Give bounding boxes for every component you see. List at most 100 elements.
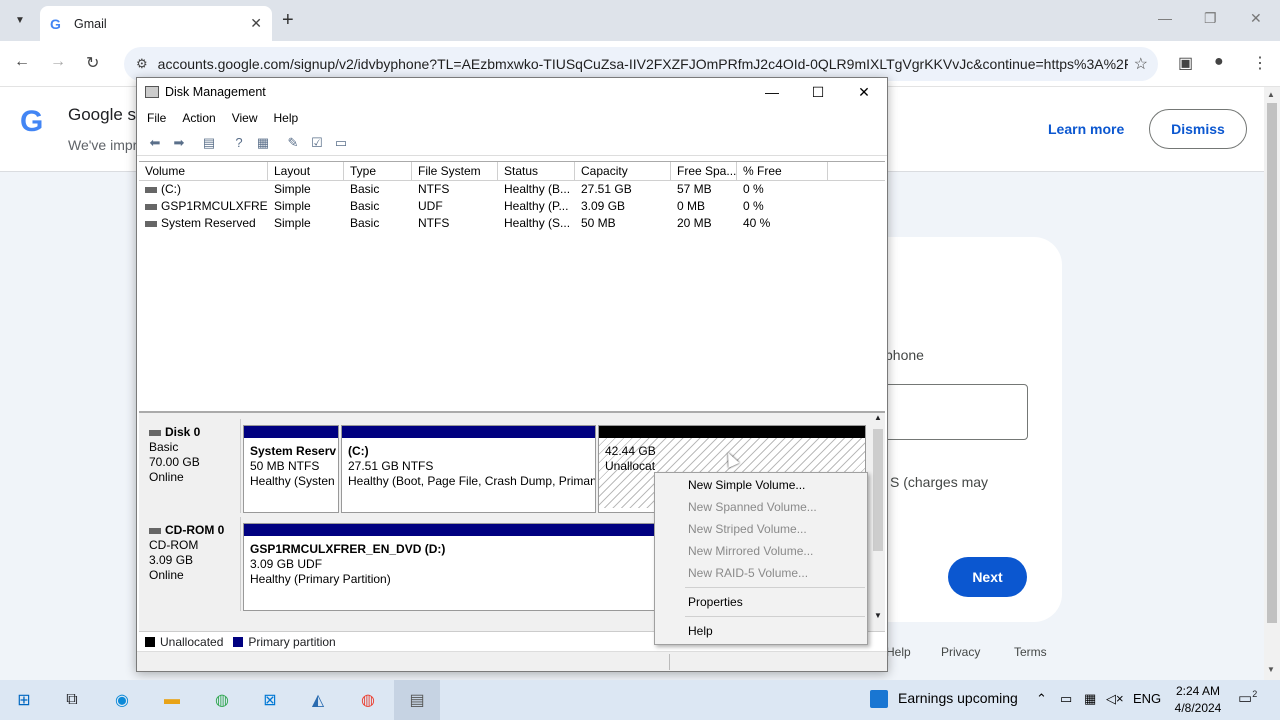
window-titlebar[interactable]: Disk Management — ☐ ✕	[137, 78, 887, 106]
partition-system-reserved[interactable]: System Reserv 50 MB NTFS Healthy (Systen	[243, 425, 339, 513]
page-scrollbar[interactable]: ▲ ▼	[1264, 87, 1280, 680]
bookmark-star-icon[interactable]: ☆	[1134, 54, 1148, 74]
col-volume[interactable]: Volume	[139, 162, 268, 180]
news-icon	[870, 690, 888, 709]
address-bar[interactable]: ⚙ accounts.google.com/signup/v2/idvbypho…	[124, 47, 1158, 81]
phone-input[interactable]	[870, 384, 1028, 440]
tab-close-icon[interactable]: ✕	[250, 15, 262, 32]
menu-item-new-striped-volume[interactable]: New Striped Volume...	[655, 518, 867, 540]
close-icon[interactable]: ✕	[841, 84, 887, 101]
disk0-label[interactable]: Disk 0 Basic 70.00 GB Online	[141, 419, 241, 513]
file-explorer-icon[interactable]: ▬	[160, 688, 184, 712]
col-filesystem[interactable]: File System	[412, 162, 498, 180]
menu-icon[interactable]: ⋮	[1252, 53, 1268, 73]
site-info-icon[interactable]: ⚙	[136, 56, 148, 72]
legend-unallocated: Unallocated	[160, 634, 224, 649]
menu-item-new-simple-volume[interactable]: New Simple Volume...	[655, 474, 867, 496]
menu-view[interactable]: View	[232, 111, 258, 125]
side-panel-icon[interactable]: ▣	[1178, 53, 1193, 73]
new-tab-button[interactable]: +	[282, 9, 294, 32]
reload-icon[interactable]: ↻	[86, 53, 99, 73]
table-row[interactable]: System Reserved Simple Basic NTFS Health…	[139, 215, 885, 232]
footer-privacy-link[interactable]: Privacy	[941, 645, 980, 659]
next-button[interactable]: Next	[948, 557, 1027, 597]
learn-more-link[interactable]: Learn more	[1048, 121, 1124, 137]
forward-icon[interactable]: →	[50, 53, 66, 71]
menu-item-new-raid5-volume[interactable]: New RAID-5 Volume...	[655, 562, 867, 584]
col-capacity[interactable]: Capacity	[575, 162, 671, 180]
tab-gmail[interactable]: G Gmail ✕	[40, 6, 272, 41]
disk0-name: Disk 0	[165, 425, 201, 439]
app-icon[interactable]: ◭	[306, 688, 330, 712]
col-status[interactable]: Status	[498, 162, 575, 180]
scroll-down-icon[interactable]: ▼	[874, 611, 882, 620]
col-percent-free[interactable]: % Free	[737, 162, 828, 180]
menu-item-new-mirrored-volume[interactable]: New Mirrored Volume...	[655, 540, 867, 562]
table-cell: NTFS	[418, 216, 450, 230]
scrollbar-thumb[interactable]	[1267, 103, 1277, 623]
tray-chevron-icon[interactable]: ⌃	[1036, 691, 1047, 707]
scrollbar-thumb[interactable]	[873, 429, 883, 551]
weather-widget[interactable]: Earnings upcoming	[870, 690, 1018, 709]
help-icon[interactable]: ?	[227, 135, 251, 150]
restore-icon[interactable]: ❐	[1204, 10, 1217, 27]
cdrom0-label[interactable]: CD-ROM 0 CD-ROM 3.09 GB Online	[141, 517, 241, 611]
tab-search-icon[interactable]: ▼	[8, 8, 32, 32]
menu-help[interactable]: Help	[274, 111, 299, 125]
close-icon[interactable]: ✕	[1250, 10, 1262, 27]
dismiss-button[interactable]: Dismiss	[1149, 109, 1247, 149]
unallocated-swatch	[145, 636, 155, 647]
menu-separator	[685, 587, 865, 588]
table-cell: 27.51 GB	[581, 182, 632, 196]
menu-action[interactable]: Action	[182, 111, 215, 125]
col-layout[interactable]: Layout	[268, 162, 344, 180]
maximize-icon[interactable]: ☐	[795, 84, 841, 101]
col-type[interactable]: Type	[344, 162, 412, 180]
scroll-down-icon[interactable]: ▼	[1267, 665, 1275, 674]
settings-icon[interactable]: ▭	[329, 135, 353, 151]
volume-muted-icon[interactable]: ◁×	[1106, 691, 1124, 707]
back-icon[interactable]: ←	[14, 53, 30, 71]
partition-c-drive[interactable]: (C:) 27.51 GB NTFS Healthy (Boot, Page F…	[341, 425, 596, 513]
menu-item-properties[interactable]: Properties	[655, 591, 867, 613]
back-icon[interactable]: ⬅	[143, 135, 167, 151]
table-cell: 3.09 GB	[581, 199, 626, 213]
table-cell: Simple	[274, 199, 311, 213]
profile-icon[interactable]: ●	[1214, 53, 1224, 71]
checklist-icon[interactable]: ☑	[305, 135, 329, 151]
task-view-icon[interactable]: ⧉	[60, 688, 84, 712]
menu-file[interactable]: File	[147, 111, 166, 125]
properties-icon[interactable]: ▦	[251, 135, 275, 151]
meet-icon[interactable]: ▭	[1060, 691, 1072, 707]
notification-icon[interactable]: ▭2	[1238, 689, 1257, 707]
minimize-icon[interactable]: —	[749, 84, 795, 100]
disk0-size: 70.00 GB	[149, 455, 200, 469]
table-row[interactable]: GSP1RMCULXFRE... Simple Basic UDF Health…	[139, 198, 885, 215]
chrome-icon[interactable]: ◍	[210, 688, 234, 712]
console-tree-icon[interactable]: ▤	[197, 135, 221, 151]
menu-item-new-spanned-volume[interactable]: New Spanned Volume...	[655, 496, 867, 518]
connect-icon[interactable]: ✎	[281, 135, 305, 151]
language-indicator[interactable]: ENG	[1133, 691, 1161, 706]
footer-terms-link[interactable]: Terms	[1014, 645, 1047, 659]
store-icon[interactable]: ⊠	[258, 688, 282, 712]
disk-pane-scrollbar[interactable]: ▲ ▼	[871, 413, 885, 623]
table-row[interactable]: (C:) Simple Basic NTFS Healthy (B... 27.…	[139, 181, 885, 198]
scroll-up-icon[interactable]: ▲	[1267, 90, 1275, 99]
col-free-space[interactable]: Free Spa...	[671, 162, 737, 180]
disk-management-taskbar-icon[interactable]: ▤	[405, 688, 429, 712]
table-cell: Basic	[350, 216, 380, 230]
volume-list-header: Volume Layout Type File System Status Ca…	[139, 162, 885, 181]
forward-icon[interactable]: ➡	[167, 135, 191, 151]
scroll-up-icon[interactable]: ▲	[874, 413, 882, 422]
minimize-icon[interactable]: —	[1158, 10, 1172, 26]
table-cell: 0 %	[743, 182, 764, 196]
network-icon[interactable]: ▦	[1084, 691, 1096, 707]
start-icon[interactable]: ⊞	[12, 688, 36, 712]
clock[interactable]: 2:24 AM 4/8/2024	[1170, 683, 1226, 717]
cdrom-drive-icon	[145, 203, 157, 210]
menu-item-help[interactable]: Help	[655, 620, 867, 642]
footer-help-link[interactable]: Help	[886, 645, 911, 659]
edge-icon[interactable]: ◉	[110, 688, 134, 712]
chrome-profile-icon[interactable]: ◍	[356, 688, 380, 712]
